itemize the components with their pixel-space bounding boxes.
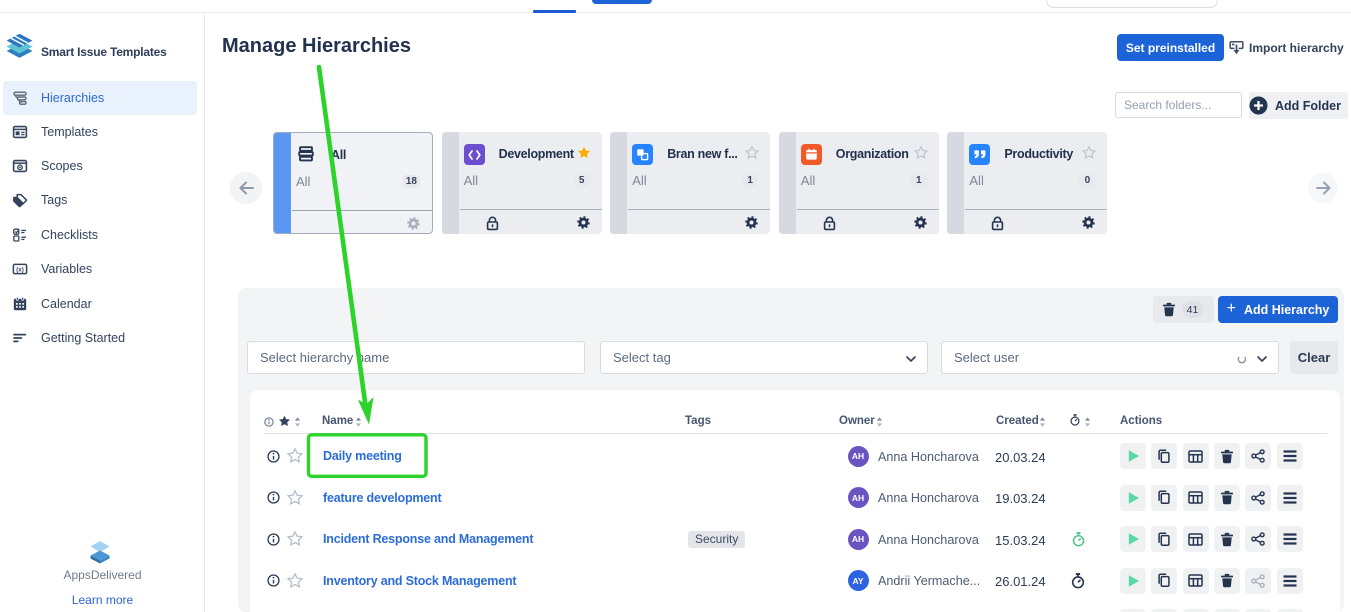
svg-text:(x): (x): [16, 266, 24, 273]
